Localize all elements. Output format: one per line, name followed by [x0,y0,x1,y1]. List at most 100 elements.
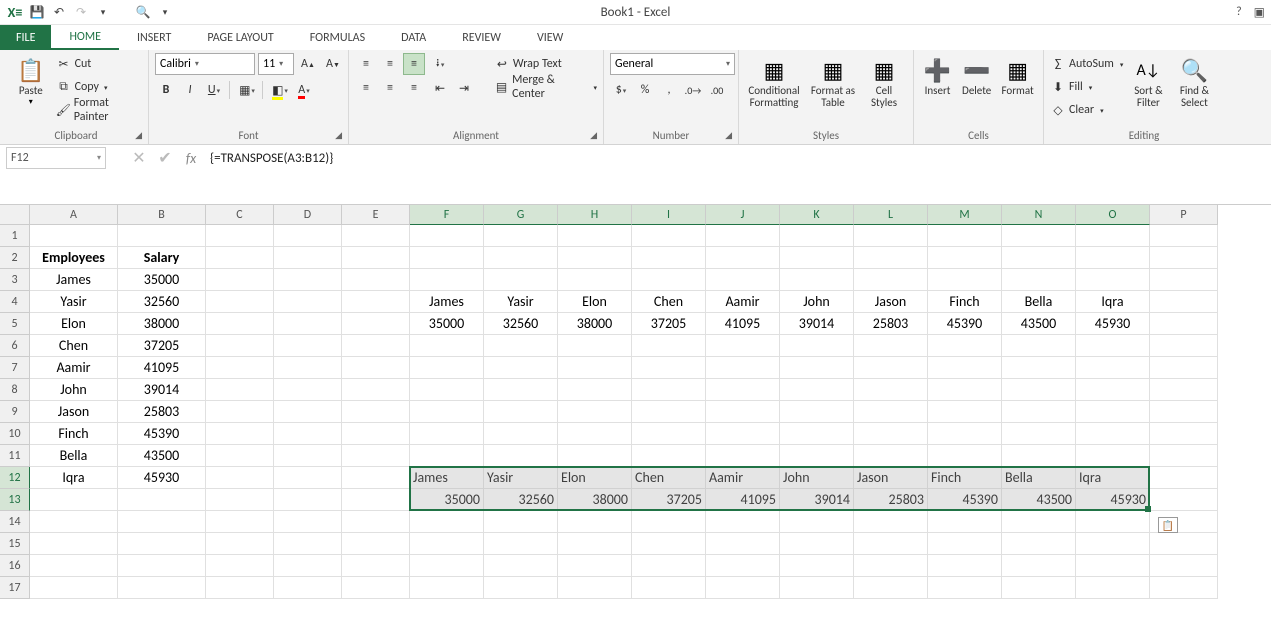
cell-A14[interactable] [30,511,118,533]
cell-N4[interactable]: Bella [1002,291,1076,313]
cell-A3[interactable]: James [30,269,118,291]
cell-N8[interactable] [1002,379,1076,401]
cell-P3[interactable] [1150,269,1218,291]
cell-G13[interactable]: 32560 [484,489,558,511]
cell-P16[interactable] [1150,555,1218,577]
cell-K2[interactable] [780,247,854,269]
col-header-G[interactable]: G [484,205,558,225]
shrink-font-icon[interactable]: A▼ [322,53,344,75]
cell-L3[interactable] [854,269,928,291]
cell-F9[interactable] [410,401,484,423]
cell-B9[interactable]: 25803 [118,401,206,423]
cell-F6[interactable] [410,335,484,357]
cell-L11[interactable] [854,445,928,467]
cell-D6[interactable] [274,335,342,357]
align-middle-icon[interactable]: ≡ [379,53,401,75]
cell-M2[interactable] [928,247,1002,269]
grow-font-icon[interactable]: A▲ [297,53,319,75]
increase-indent-icon[interactable]: ⇥ [453,77,475,99]
row-header-12[interactable]: 12 [0,467,30,489]
fill-button[interactable]: ⬇Fill▾ [1050,76,1123,98]
cell-K8[interactable] [780,379,854,401]
decrease-decimal-icon[interactable]: .00 [706,79,728,101]
cell-E1[interactable] [342,225,410,247]
cell-A1[interactable] [30,225,118,247]
cell-J11[interactable] [706,445,780,467]
cell-H6[interactable] [558,335,632,357]
row-header-7[interactable]: 7 [0,357,30,379]
cell-B14[interactable] [118,511,206,533]
paste-button[interactable]: 📋 Paste ▾ [10,53,52,123]
cell-O13[interactable]: 45930 [1076,489,1150,511]
cell-G14[interactable] [484,511,558,533]
cell-L17[interactable] [854,577,928,599]
cell-L9[interactable] [854,401,928,423]
cell-M16[interactable] [928,555,1002,577]
cell-K6[interactable] [780,335,854,357]
cell-D12[interactable] [274,467,342,489]
cell-A15[interactable] [30,533,118,555]
cell-D2[interactable] [274,247,342,269]
row-header-3[interactable]: 3 [0,269,30,291]
cell-K16[interactable] [780,555,854,577]
cell-C12[interactable] [206,467,274,489]
cell-L8[interactable] [854,379,928,401]
row-header-13[interactable]: 13 [0,489,30,511]
cell-K4[interactable]: John [780,291,854,313]
cell-I9[interactable] [632,401,706,423]
cell-H13[interactable]: 38000 [558,489,632,511]
cell-E14[interactable] [342,511,410,533]
cell-I14[interactable] [632,511,706,533]
cell-H1[interactable] [558,225,632,247]
col-header-A[interactable]: A [30,205,118,225]
cell-J7[interactable] [706,357,780,379]
cell-B3[interactable]: 35000 [118,269,206,291]
cut-button[interactable]: ✂Cut [56,53,142,75]
insert-function-icon[interactable]: fx [178,147,204,169]
currency-button[interactable]: $ [610,79,632,101]
cell-G9[interactable] [484,401,558,423]
save-icon[interactable]: 💾 [28,3,46,21]
delete-cells-button[interactable]: ➖Delete [959,53,994,123]
cell-P1[interactable] [1150,225,1218,247]
cell-M10[interactable] [928,423,1002,445]
format-as-table-button[interactable]: ▦Format as Table [807,53,859,123]
cell-P13[interactable] [1150,489,1218,511]
cell-D4[interactable] [274,291,342,313]
cell-G4[interactable]: Yasir [484,291,558,313]
cell-M9[interactable] [928,401,1002,423]
cell-F11[interactable] [410,445,484,467]
font-color-button[interactable]: A [293,79,315,101]
cell-K9[interactable] [780,401,854,423]
col-header-K[interactable]: K [780,205,854,225]
cell-N5[interactable]: 43500 [1002,313,1076,335]
cell-N13[interactable]: 43500 [1002,489,1076,511]
cell-G10[interactable] [484,423,558,445]
cell-A9[interactable]: Jason [30,401,118,423]
cell-P15[interactable] [1150,533,1218,555]
align-left-icon[interactable]: ≡ [355,77,377,99]
cell-O8[interactable] [1076,379,1150,401]
cell-A16[interactable] [30,555,118,577]
cell-N14[interactable] [1002,511,1076,533]
merge-center-button[interactable]: ▤Merge & Center▾ [494,76,597,98]
cell-L12[interactable]: Jason [854,467,928,489]
cell-F8[interactable] [410,379,484,401]
font-size-combo[interactable]: 11▾ [258,53,294,75]
cancel-formula-icon[interactable]: ✕ [126,147,152,169]
cell-C14[interactable] [206,511,274,533]
cell-L5[interactable]: 25803 [854,313,928,335]
undo-icon[interactable]: ↶ [50,3,68,21]
cell-J1[interactable] [706,225,780,247]
cell-M7[interactable] [928,357,1002,379]
cell-F13[interactable]: 35000 [410,489,484,511]
cell-G17[interactable] [484,577,558,599]
cell-B2[interactable]: Salary [118,247,206,269]
row-header-9[interactable]: 9 [0,401,30,423]
col-header-D[interactable]: D [274,205,342,225]
col-header-L[interactable]: L [854,205,928,225]
cell-J16[interactable] [706,555,780,577]
col-header-N[interactable]: N [1002,205,1076,225]
cell-G1[interactable] [484,225,558,247]
align-bottom-icon[interactable]: ≡ [403,53,425,75]
